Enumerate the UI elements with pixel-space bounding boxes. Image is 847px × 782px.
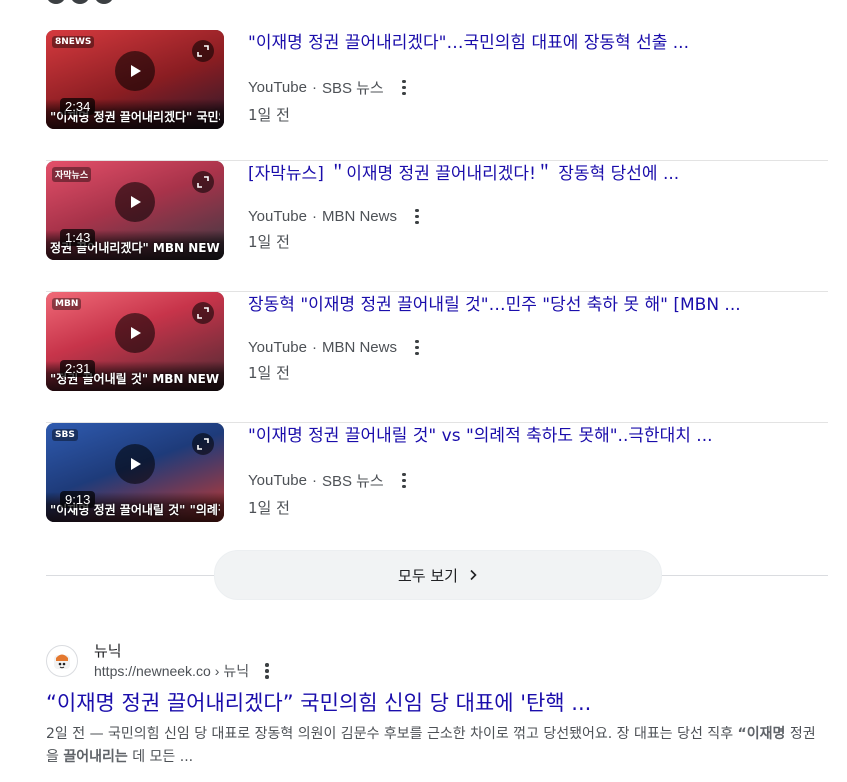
- video-duration: 9:13: [60, 491, 96, 508]
- site-text: 뉴닉 https://newneek.co › 뉴닉: [94, 641, 273, 681]
- channel-logo: SBS: [52, 429, 78, 441]
- video-meta: YouTube · SBS 뉴스: [248, 77, 828, 98]
- channel-logo: 8NEWS: [52, 36, 95, 48]
- more-vert-icon[interactable]: [398, 79, 410, 96]
- play-icon[interactable]: [115, 444, 155, 484]
- more-vert-icon[interactable]: [411, 208, 423, 225]
- video-info: "이재명 정권 끌어내리겠다"…국민의힘 대표에 장동혁 선출 ... YouT…: [248, 32, 828, 125]
- channel-logo: 자막뉴스: [52, 167, 92, 182]
- video-result[interactable]: 8NEWS "이재명 정권 끌어내리겠다" 국민의힘 대표에 장동혁 선출 2:…: [46, 30, 828, 161]
- video-source: YouTube: [248, 472, 307, 489]
- video-info: "이재명 정권 끌어내릴 것" vs "의례적 축하도 못해"..극한대치 ..…: [248, 425, 828, 518]
- meta-separator: ·: [311, 79, 317, 96]
- view-all-row: 모두 보기: [46, 550, 828, 600]
- expand-icon[interactable]: [192, 302, 214, 324]
- result-source[interactable]: 뉴닉 https://newneek.co › 뉴닉: [46, 641, 828, 681]
- expand-icon[interactable]: [192, 171, 214, 193]
- snippet-text: 데 모든 ...: [127, 749, 194, 765]
- video-results: 8NEWS "이재명 정권 끌어내리겠다" 국민의힘 대표에 장동혁 선출 2:…: [46, 30, 828, 553]
- video-age: 1일 전: [248, 499, 290, 517]
- site-url: https://newneek.co › 뉴닉: [94, 661, 273, 681]
- snippet-highlight: “이재명: [737, 726, 786, 742]
- video-thumbnail[interactable]: 8NEWS "이재명 정권 끌어내리겠다" 국민의힘 대표에 장동혁 선출 2:…: [46, 30, 224, 129]
- video-result[interactable]: 자막뉴스 정권 끌어내리겠다" MBN NEWS | 이승혁 1:43 [자막뉴…: [46, 161, 828, 292]
- video-result[interactable]: SBS "이재명 정권 끌어내릴 것" "의례적 축하도 못해" 극한대치 9:…: [46, 423, 828, 553]
- meta-separator: ·: [311, 208, 317, 225]
- video-info: 장동혁 "이재명 정권 끌어내릴 것"…민주 "당선 축하 못 해" [MBN …: [248, 294, 828, 383]
- channel-logo: MBN: [52, 298, 82, 310]
- play-icon[interactable]: [115, 182, 155, 222]
- video-duration: 1:43: [60, 229, 96, 246]
- snippet-dash: —: [85, 726, 109, 742]
- newneek-favicon: [46, 645, 78, 677]
- video-channel: SBS 뉴스: [321, 473, 384, 490]
- video-source: YouTube: [248, 208, 307, 225]
- video-meta: YouTube · MBN News: [248, 208, 828, 225]
- video-source: YouTube: [248, 79, 307, 96]
- view-all-button[interactable]: 모두 보기: [214, 550, 662, 600]
- video-duration: 2:34: [60, 98, 96, 115]
- video-duration: 2:31: [60, 360, 96, 377]
- video-age: 1일 전: [248, 106, 290, 124]
- video-result[interactable]: MBN "정권 끌어내릴 것" MBN NEWS | 뉴스7 2:31 장동혁 …: [46, 292, 828, 423]
- video-title[interactable]: "이재명 정권 끌어내리겠다"…국민의힘 대표에 장동혁 선출 ...: [248, 32, 828, 54]
- video-title[interactable]: 장동혁 "이재명 정권 끌어내릴 것"…민주 "당선 축하 못 해" [MBN …: [248, 294, 828, 316]
- snippet-date: 2일 전: [46, 726, 86, 742]
- more-vert-icon[interactable]: [261, 663, 273, 679]
- video-meta: YouTube · SBS 뉴스: [248, 470, 828, 491]
- result-title[interactable]: “이재명 정권 끌어내리겠다” 국민의힘 신임 당 대표에 '탄핵 ...: [46, 689, 828, 717]
- breadcrumb: 뉴닉: [223, 663, 250, 679]
- video-source: YouTube: [248, 339, 307, 356]
- expand-icon[interactable]: [192, 433, 214, 455]
- play-icon[interactable]: [115, 51, 155, 91]
- meta-separator: ·: [311, 339, 317, 356]
- web-result: 뉴닉 https://newneek.co › 뉴닉 “이재명 정권 끌어내리겠…: [46, 641, 828, 769]
- play-icon[interactable]: [115, 313, 155, 353]
- meta-separator: ·: [311, 472, 317, 489]
- video-channel: SBS 뉴스: [321, 80, 384, 97]
- view-all-label: 모두 보기: [398, 566, 458, 585]
- more-vert-icon[interactable]: [411, 339, 423, 356]
- video-info: [자막뉴스] ＂이재명 정권 끌어내리겠다!＂ 장동혁 당선에 ... YouT…: [248, 163, 828, 252]
- video-title[interactable]: "이재명 정권 끌어내릴 것" vs "의례적 축하도 못해"..극한대치 ..…: [248, 425, 828, 447]
- video-age: 1일 전: [248, 233, 290, 251]
- video-thumbnail[interactable]: SBS "이재명 정권 끌어내릴 것" "의례적 축하도 못해" 극한대치 9:…: [46, 423, 224, 522]
- url-text: https://newneek.co: [94, 663, 211, 679]
- breadcrumb-separator: ›: [214, 663, 220, 679]
- snippet-highlight: 끌어내리는: [63, 749, 128, 765]
- video-meta: YouTube · MBN News: [248, 339, 828, 356]
- video-thumbnail[interactable]: 자막뉴스 정권 끌어내리겠다" MBN NEWS | 이승혁 1:43: [46, 161, 224, 260]
- video-age: 1일 전: [248, 364, 290, 382]
- snippet-text: 국민의힘 신임 당 대표로 장동혁 의원이 김문수 후보를 근소한 차이로 꺾고…: [108, 726, 738, 742]
- video-title[interactable]: [자막뉴스] ＂이재명 정권 끌어내리겠다!＂ 장동혁 당선에 ...: [248, 163, 828, 185]
- result-snippet: 2일 전 — 국민의힘 신임 당 대표로 장동혁 의원이 김문수 후보를 근소한…: [46, 723, 828, 769]
- expand-icon[interactable]: [192, 40, 214, 62]
- previous-item-partial: [46, 0, 114, 4]
- video-channel: MBN News: [321, 339, 397, 356]
- video-channel: MBN News: [321, 208, 397, 225]
- more-vert-icon[interactable]: [398, 472, 410, 489]
- chevron-right-icon: [470, 569, 477, 581]
- video-thumbnail[interactable]: MBN "정권 끌어내릴 것" MBN NEWS | 뉴스7 2:31: [46, 292, 224, 391]
- site-name: 뉴닉: [94, 642, 122, 660]
